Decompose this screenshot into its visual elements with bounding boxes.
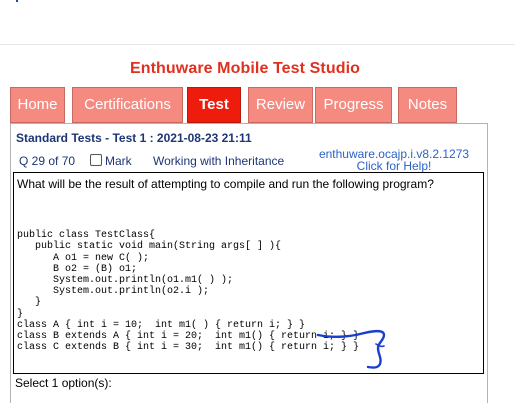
tab-test[interactable]: Test (187, 87, 241, 123)
tab-progress[interactable]: Progress (315, 87, 392, 123)
mark-checkbox[interactable]: Mark (90, 154, 132, 168)
test-panel: Standard Tests - Test 1 : 2021-08-23 21:… (10, 123, 488, 403)
question-topic: Working with Inheritance (153, 154, 285, 168)
mark-label: Mark (105, 154, 132, 168)
test-header: Standard Tests - Test 1 : 2021-08-23 21:… (16, 131, 252, 145)
tab-review[interactable]: Review (248, 87, 313, 123)
select-options-label: Select 1 option(s): (15, 376, 112, 390)
tab-certifications[interactable]: Certifications (72, 87, 183, 123)
help-link[interactable]: enthuware.ocajp.i.v8.2.1273 Click for He… (279, 148, 509, 172)
tab-home[interactable]: Home (10, 87, 65, 123)
question-box: What will be the result of attempting to… (13, 172, 484, 374)
question-number: Q 29 of 70 (19, 154, 76, 168)
question-text: What will be the result of attempting to… (17, 177, 434, 191)
app-title: Enthuware Mobile Test Studio (129, 60, 361, 77)
tab-notes[interactable]: Notes (398, 87, 457, 123)
question-code: public class TestClass{ public static vo… (17, 230, 360, 354)
handwritten-bracket-annotation (316, 329, 386, 369)
top-divider (0, 44, 515, 45)
mark-checkbox-box[interactable] (90, 154, 102, 166)
page-dot (16, 0, 18, 2)
help-link-text[interactable]: Click for Help! (279, 160, 509, 172)
